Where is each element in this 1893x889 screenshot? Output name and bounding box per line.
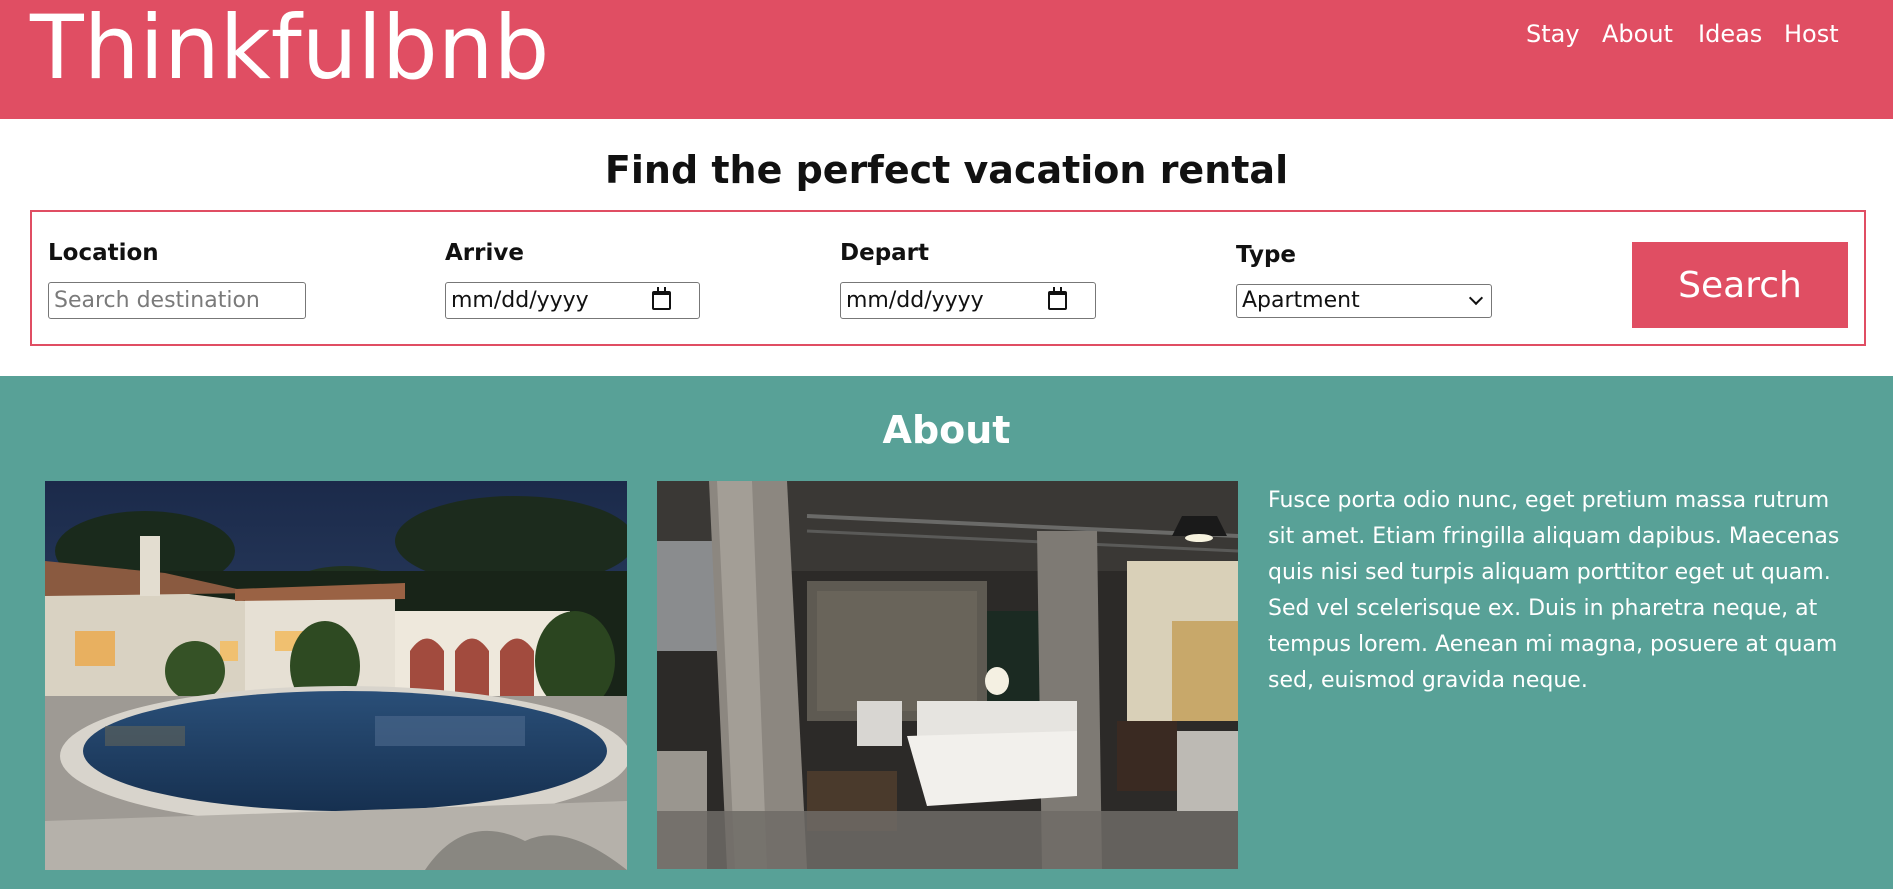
nav-link-stay[interactable]: Stay (1526, 20, 1580, 48)
about-section: About Fusce porta odio nunc, eget pretiu… (0, 376, 1893, 889)
depart-date-input[interactable]: mm/dd/yyyy (840, 282, 1096, 319)
depart-label: Depart (840, 240, 930, 266)
site-logo[interactable]: Thinkfulbnb (30, 0, 549, 99)
type-label: Type (1236, 242, 1297, 268)
location-placeholder: Search destination (54, 288, 260, 313)
top-nav-bar: Thinkfulbnb Stay About Ideas Host (0, 0, 1893, 119)
page-headline: Find the perfect vacation rental (604, 148, 1289, 192)
calendar-icon[interactable] (652, 287, 671, 310)
nav-link-ideas[interactable]: Ideas (1698, 20, 1762, 48)
nav-link-host[interactable]: Host (1784, 20, 1839, 48)
nav-link-about[interactable]: About (1602, 20, 1673, 48)
search-form: Location Search destination Arrive mm/dd… (30, 210, 1866, 346)
about-title: About (882, 408, 1011, 452)
arrive-date-value: mm/dd/yyyy (451, 288, 589, 313)
chevron-down-icon (1468, 290, 1484, 306)
type-select[interactable]: Apartment (1236, 284, 1492, 318)
villa-pool-photo (45, 481, 627, 870)
calendar-icon[interactable] (1048, 287, 1067, 310)
about-description: Fusce porta odio nunc, eget pretium mass… (1268, 488, 1840, 693)
arrive-label: Arrive (445, 240, 524, 266)
loft-bedroom-illustration (657, 481, 1238, 869)
type-selected-value: Apartment (1242, 288, 1360, 313)
location-input[interactable]: Search destination (48, 282, 306, 319)
loft-bedroom-photo (657, 481, 1238, 869)
depart-date-value: mm/dd/yyyy (846, 288, 984, 313)
search-button[interactable]: Search (1632, 242, 1848, 328)
location-label: Location (48, 240, 159, 266)
arrive-date-input[interactable]: mm/dd/yyyy (445, 282, 700, 319)
villa-pool-illustration (45, 481, 627, 870)
